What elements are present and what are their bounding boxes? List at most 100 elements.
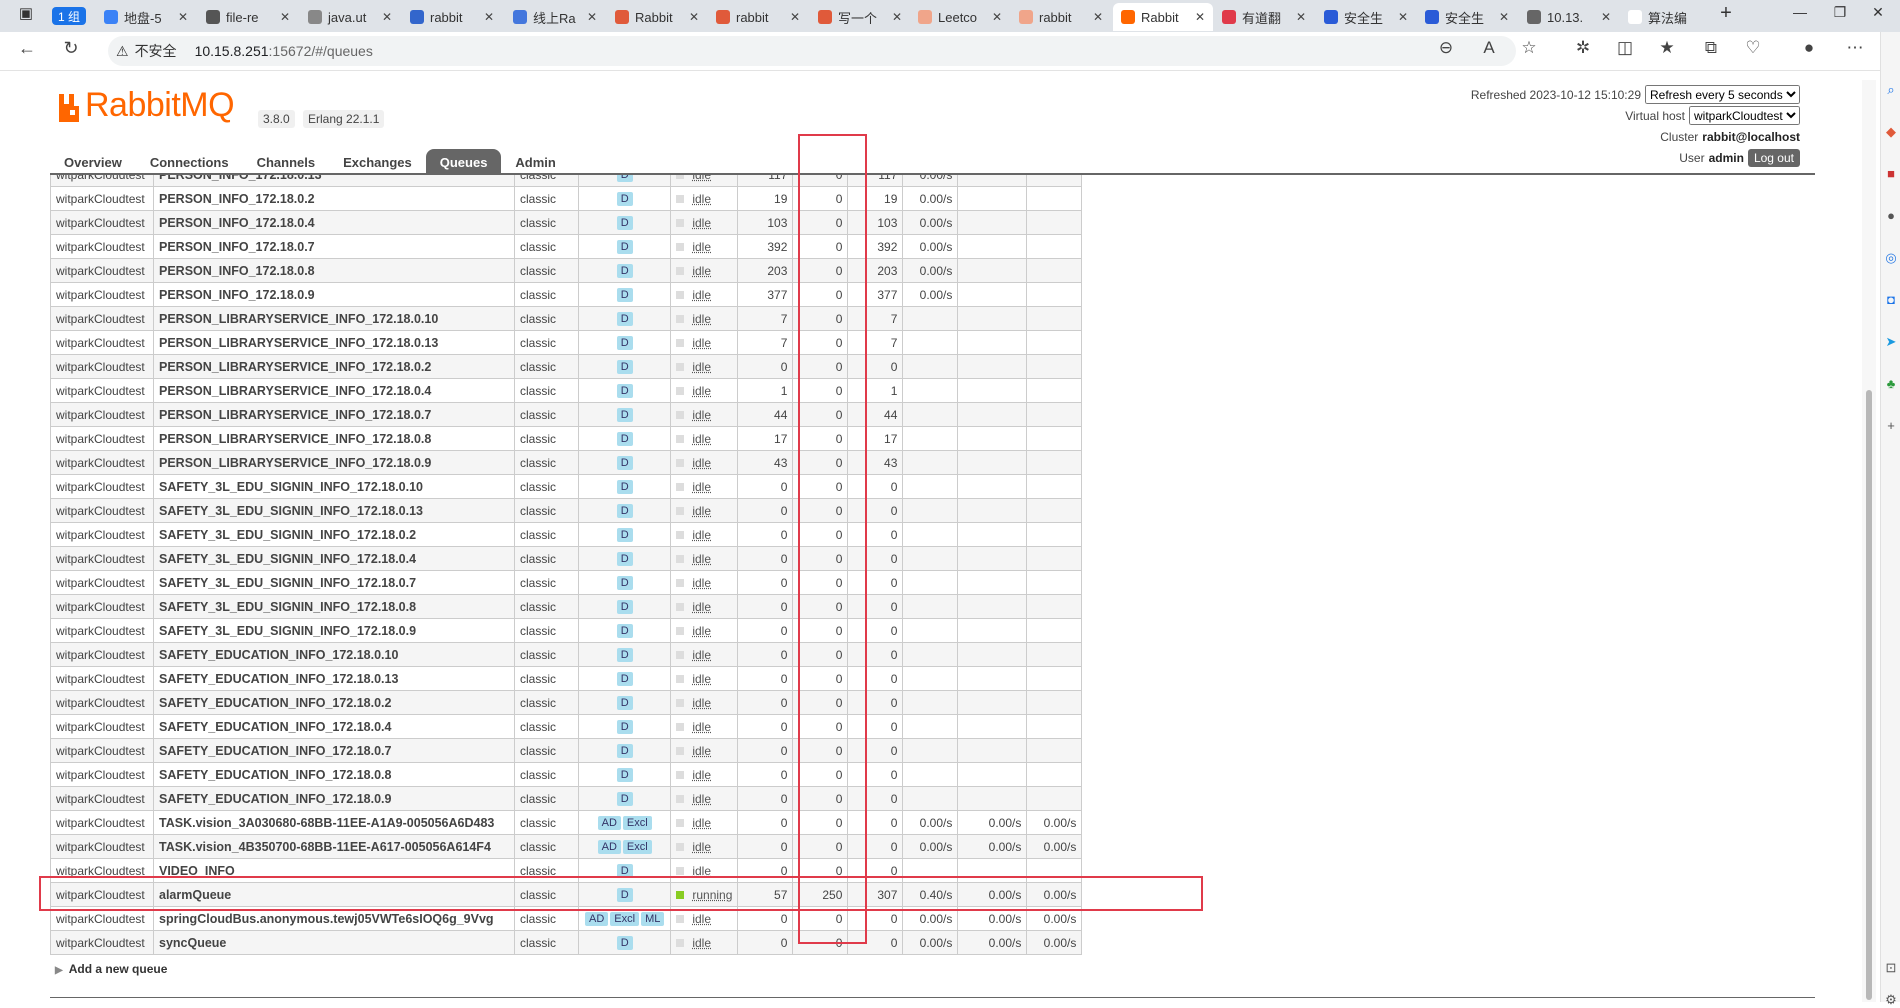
- queue-name-link[interactable]: PERSON_LIBRARYSERVICE_INFO_172.18.0.2: [153, 354, 515, 379]
- address-bar[interactable]: ⚠ 不安全 10.15.8.251:15672/#/queues: [108, 36, 1516, 66]
- back-icon[interactable]: ←: [14, 38, 40, 59]
- queue-name-link[interactable]: PERSON_LIBRARYSERVICE_INFO_172.18.0.13: [153, 330, 515, 355]
- more-menu-icon[interactable]: ⋯: [1842, 38, 1868, 58]
- minimize-icon[interactable]: —: [1780, 4, 1820, 20]
- queue-row[interactable]: witparkCloudtest PERSON_LIBRARYSERVICE_IN…: [50, 306, 1083, 331]
- queue-name-link[interactable]: TASK.vision_4B350700-68BB-11EE-A617-0050…: [153, 834, 515, 859]
- reload-icon[interactable]: ↻: [58, 38, 84, 59]
- queue-row[interactable]: witparkCloudtest syncQueue classic Didle 0 0 0…: [50, 930, 1083, 955]
- queue-name-link[interactable]: SAFETY_EDUCATION_INFO_172.18.0.9: [153, 786, 515, 811]
- queue-row[interactable]: witparkCloudtest PERSON_INFO_172.18.0.8 cl…: [50, 258, 1083, 283]
- browser-tab[interactable]: 写一个 ✕: [810, 3, 910, 31]
- add-icon[interactable]: +: [1883, 418, 1899, 434]
- nav-tab-exchanges[interactable]: Exchanges: [329, 149, 426, 174]
- workspaces-icon[interactable]: ▣: [6, 4, 46, 22]
- queue-name-link[interactable]: PERSON_LIBRARYSERVICE_INFO_172.18.0.4: [153, 378, 515, 403]
- queue-name-link[interactable]: PERSON_INFO_172.18.0.9: [153, 282, 515, 307]
- outlook-icon[interactable]: ◘: [1883, 292, 1899, 308]
- browser-tab[interactable]: 有道翻 ✕: [1214, 3, 1314, 31]
- tab-group-label[interactable]: 1 组: [52, 7, 86, 25]
- queue-name-link[interactable]: syncQueue: [153, 930, 515, 955]
- browser-tab[interactable]: rabbit ✕: [1011, 3, 1111, 31]
- queue-name-link[interactable]: SAFETY_3L_EDU_SIGNIN_INFO_172.18.0.7: [153, 570, 515, 595]
- vhost-select[interactable]: witparkCloudtest: [1689, 106, 1800, 125]
- read-aloud-icon[interactable]: A: [1476, 38, 1502, 58]
- browser-tab[interactable]: 算法编: [1620, 3, 1720, 31]
- profile-avatar-icon[interactable]: ●: [1796, 38, 1822, 58]
- refresh-select[interactable]: Refresh every 5 seconds: [1645, 85, 1800, 104]
- collections-icon[interactable]: ⧉: [1698, 38, 1724, 58]
- tools-icon[interactable]: ■: [1883, 166, 1899, 182]
- person-icon[interactable]: ●: [1883, 208, 1899, 224]
- nav-tab-connections[interactable]: Connections: [136, 149, 243, 174]
- browser-tab[interactable]: Leetco ✕: [910, 3, 1010, 31]
- queue-row[interactable]: witparkCloudtest SAFETY_3L_EDU_SIGNIN_INF…: [50, 594, 1083, 619]
- queue-row[interactable]: witparkCloudtest SAFETY_EDUCATION_INFO_17…: [50, 666, 1083, 691]
- browser-tab[interactable]: file-re ✕: [198, 3, 298, 31]
- queue-row[interactable]: witparkCloudtest PERSON_LIBRARYSERVICE_IN…: [50, 354, 1083, 379]
- nav-tab-queues[interactable]: Queues: [425, 149, 502, 174]
- browser-tab[interactable]: 10.13. ✕: [1519, 3, 1619, 31]
- browser-tab[interactable]: 线上Ra ✕: [505, 3, 605, 31]
- queue-name-link[interactable]: TASK.vision_3A030680-68BB-11EE-A1A9-0050…: [153, 810, 515, 835]
- favorites-icon[interactable]: ★: [1654, 38, 1680, 58]
- queue-row[interactable]: witparkCloudtest PERSON_INFO_172.18.0.9 cl…: [50, 282, 1083, 307]
- tab-close-icon[interactable]: ✕: [1601, 10, 1611, 24]
- tab-close-icon[interactable]: ✕: [1296, 10, 1306, 24]
- queue-row[interactable]: witparkCloudtest SAFETY_3L_EDU_SIGNIN_INF…: [50, 546, 1083, 571]
- queue-name-link[interactable]: SAFETY_3L_EDU_SIGNIN_INFO_172.18.0.4: [153, 546, 515, 571]
- queue-row[interactable]: witparkCloudtest TASK.vision_4B350700-68B…: [50, 834, 1083, 859]
- queue-row[interactable]: witparkCloudtest SAFETY_3L_EDU_SIGNIN_INF…: [50, 474, 1083, 499]
- queue-row[interactable]: witparkCloudtest SAFETY_EDUCATION_INFO_17…: [50, 690, 1083, 715]
- tab-close-icon[interactable]: ✕: [587, 10, 597, 24]
- nav-tab-channels[interactable]: Channels: [243, 149, 330, 174]
- tab-close-icon[interactable]: ✕: [484, 10, 494, 24]
- queue-name-link[interactable]: PERSON_INFO_172.18.0.2: [153, 186, 515, 211]
- queue-name-link[interactable]: SAFETY_EDUCATION_INFO_172.18.0.4: [153, 714, 515, 739]
- queue-name-link[interactable]: SAFETY_EDUCATION_INFO_172.18.0.2: [153, 690, 515, 715]
- queue-name-link[interactable]: SAFETY_EDUCATION_INFO_172.18.0.10: [153, 642, 515, 667]
- add-queue-toggle[interactable]: ▶ Add a new queue: [55, 962, 167, 976]
- queue-row[interactable]: witparkCloudtest PERSON_LIBRARYSERVICE_IN…: [50, 426, 1083, 451]
- queue-row[interactable]: witparkCloudtest SAFETY_3L_EDU_SIGNIN_INF…: [50, 498, 1083, 523]
- shopping-icon[interactable]: ◆: [1883, 124, 1899, 140]
- queue-row[interactable]: witparkCloudtestPERSON_INFO_172.18.0.13c…: [50, 175, 1083, 187]
- restore-icon[interactable]: ❐: [1820, 4, 1860, 21]
- queue-row[interactable]: witparkCloudtest PERSON_LIBRARYSERVICE_IN…: [50, 330, 1083, 355]
- queue-row[interactable]: witparkCloudtest PERSON_LIBRARYSERVICE_IN…: [50, 402, 1083, 427]
- scrollbar-thumb[interactable]: [1866, 390, 1872, 1000]
- queue-row[interactable]: witparkCloudtest PERSON_LIBRARYSERVICE_IN…: [50, 450, 1083, 475]
- tab-close-icon[interactable]: ✕: [992, 10, 1002, 24]
- browser-tab[interactable]: java.ut ✕: [300, 3, 400, 31]
- queue-name-link[interactable]: SAFETY_3L_EDU_SIGNIN_INFO_172.18.0.10: [153, 474, 515, 499]
- queue-row[interactable]: witparkCloudtest SAFETY_EDUCATION_INFO_17…: [50, 762, 1083, 787]
- tab-close-icon[interactable]: ✕: [1398, 10, 1408, 24]
- tab-close-icon[interactable]: ✕: [689, 10, 699, 24]
- queue-row[interactable]: witparkCloudtest SAFETY_3L_EDU_SIGNIN_INF…: [50, 522, 1083, 547]
- queue-name-link[interactable]: PERSON_INFO_172.18.0.4: [153, 210, 515, 235]
- nav-tab-overview[interactable]: Overview: [50, 149, 136, 174]
- browser-tab[interactable]: Rabbit ✕: [607, 3, 707, 31]
- rabbitmq-logo[interactable]: RabbitMQ: [57, 88, 235, 122]
- queue-name-link[interactable]: SAFETY_EDUCATION_INFO_172.18.0.7: [153, 738, 515, 763]
- tree-icon[interactable]: ♣: [1883, 376, 1899, 392]
- send-icon[interactable]: ➤: [1883, 334, 1899, 350]
- queue-name-link[interactable]: PERSON_LIBRARYSERVICE_INFO_172.18.0.10: [153, 306, 515, 331]
- queue-name-link[interactable]: SAFETY_3L_EDU_SIGNIN_INFO_172.18.0.9: [153, 618, 515, 643]
- queue-name-link[interactable]: PERSON_INFO_172.18.0.8: [153, 258, 515, 283]
- tab-close-icon[interactable]: ✕: [1093, 10, 1103, 24]
- queue-name-link[interactable]: SAFETY_3L_EDU_SIGNIN_INFO_172.18.0.2: [153, 522, 515, 547]
- queue-row[interactable]: witparkCloudtest SAFETY_3L_EDU_SIGNIN_INF…: [50, 570, 1083, 595]
- queue-row[interactable]: witparkCloudtest SAFETY_EDUCATION_INFO_17…: [50, 714, 1083, 739]
- browser-tab[interactable]: 安全生 ✕: [1316, 3, 1416, 31]
- queue-name-link[interactable]: PERSON_LIBRARYSERVICE_INFO_172.18.0.7: [153, 402, 515, 427]
- queue-name-link[interactable]: PERSON_LIBRARYSERVICE_INFO_172.18.0.9: [153, 450, 515, 475]
- page-scrollbar[interactable]: [1862, 80, 1876, 1002]
- queue-row[interactable]: witparkCloudtest SAFETY_EDUCATION_INFO_17…: [50, 642, 1083, 667]
- tab-close-icon[interactable]: ✕: [280, 10, 290, 24]
- office-icon[interactable]: ◎: [1883, 250, 1899, 266]
- logout-button[interactable]: Log out: [1747, 148, 1800, 167]
- queue-name-link[interactable]: PERSON_INFO_172.18.0.13: [153, 175, 515, 187]
- search-icon[interactable]: ⌕: [1883, 82, 1899, 98]
- extensions-icon[interactable]: ✲: [1570, 38, 1596, 58]
